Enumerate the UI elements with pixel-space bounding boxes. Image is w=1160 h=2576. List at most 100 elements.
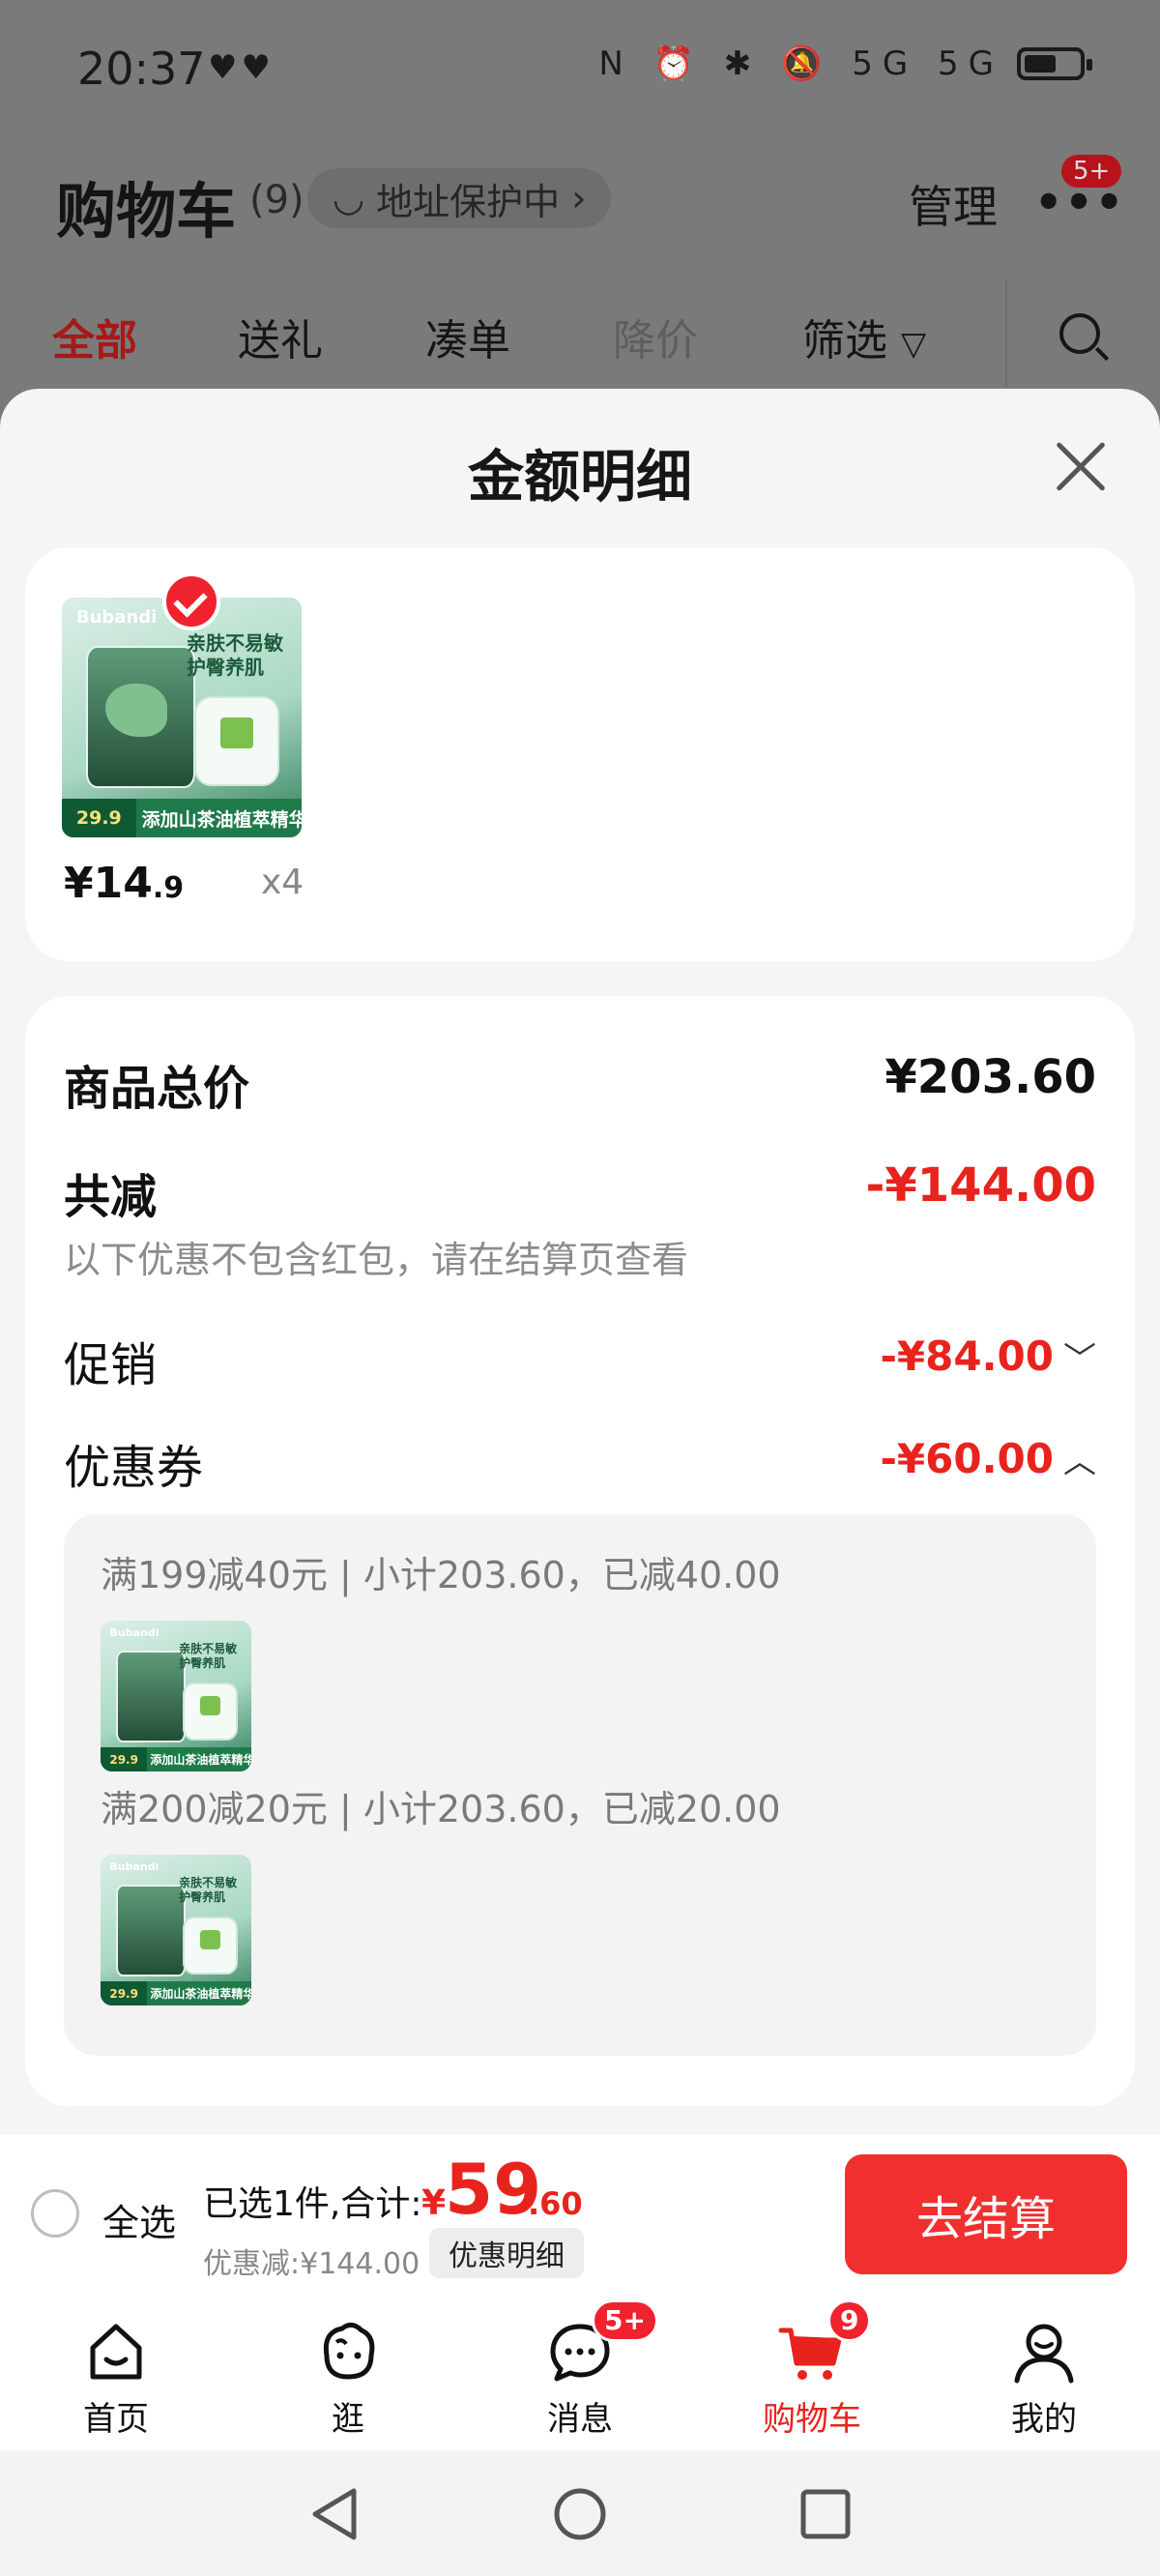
tab-browse-label: 逛: [332, 2400, 364, 2439]
messages-badge: 5+: [592, 2299, 658, 2342]
coupon-value: -¥60.00: [880, 1435, 1054, 1482]
tab-messages[interactable]: 5+ 消息: [503, 2296, 658, 2450]
product-banner-price: 29.9: [101, 1981, 148, 2005]
price-summary-card: 商品总价 ¥203.60 共减 -¥144.00 以下优惠不包含红包，请在结算页…: [25, 996, 1135, 2106]
product-brand: Bubandi: [109, 1860, 160, 1874]
tab-price-drop[interactable]: 降价: [613, 306, 698, 367]
product-box: [115, 1885, 187, 1976]
selected-summary: 已选1件,合计:: [203, 2184, 422, 2224]
cart-badge: 9: [827, 2299, 872, 2342]
smile-icon: ◡: [333, 177, 365, 220]
product-promo-text: 亲肤不易敏 护臀养肌: [179, 1875, 238, 1904]
sheet-title: 金额明细: [467, 444, 692, 510]
tab-all[interactable]: 全部: [52, 306, 137, 367]
product-card: Bubandi 亲肤不易敏 护臀养肌 29.9 添加山茶油植萃精华 ¥14.9 …: [25, 547, 1135, 961]
tab-filter[interactable]: 筛选 ▽: [802, 306, 926, 367]
discount-amount: 优惠减:¥144.00: [203, 2247, 420, 2281]
coupon-label: 优惠券: [64, 1441, 204, 1495]
manage-button[interactable]: 管理: [909, 172, 998, 236]
product-pack: [195, 698, 278, 785]
address-protection-label: 地址保护中: [376, 180, 561, 223]
product-banner-text: 添加山茶油植萃精华: [141, 808, 302, 831]
promo-value: -¥84.00: [880, 1332, 1054, 1380]
page-title: 购物车: [56, 176, 237, 247]
product-banner-price: 29.9: [101, 1747, 148, 1771]
total-value: ¥203.60: [884, 1050, 1096, 1104]
tab-browse[interactable]: 逛: [271, 2296, 425, 2450]
product-pack: [185, 1917, 237, 1973]
total-decimal: .60: [528, 2185, 583, 2222]
unit-price-int: ¥14: [64, 859, 153, 908]
product-banner-price: 29.9: [62, 799, 136, 837]
status-icons: N ⏰ ✱ 🔕 5G 5G: [598, 44, 1092, 83]
product-banner: 29.9 添加山茶油植萃精华: [101, 1747, 251, 1771]
system-icons: N ⏰ ✱ 🔕 5G 5G: [598, 44, 1003, 83]
tab-me-label: 我的: [1011, 2400, 1077, 2439]
product-brand: Bubandi: [109, 1626, 160, 1640]
product-banner-text: 添加山茶油植萃精华: [150, 1753, 251, 1768]
promo-row-toggle[interactable]: -¥84.00 ﹀: [880, 1332, 1096, 1380]
system-nav-bar: [0, 2450, 1160, 2576]
chevron-up-icon: ︿: [1063, 1443, 1096, 1481]
more-badge: 5+: [1061, 155, 1122, 188]
status-bar: 20:37 ♥♥ N ⏰ ✱ 🔕 5G 5G: [0, 0, 1160, 135]
reduce-value: -¥144.00: [865, 1158, 1096, 1213]
coupon-row-toggle[interactable]: -¥60.00 ︿: [880, 1435, 1096, 1482]
promo-label: 促销: [64, 1338, 158, 1392]
tab-cart[interactable]: 9 购物车: [735, 2296, 889, 2450]
product-banner: 29.9 添加山茶油植萃精华: [101, 1981, 251, 2005]
bottom-tabbar: 首页 逛 5+ 消息 9 购物车 我的: [0, 2296, 1160, 2450]
back-icon[interactable]: [307, 2485, 362, 2543]
reduce-label: 共减: [64, 1170, 158, 1224]
total-currency: ¥: [421, 2183, 447, 2223]
coupon-detail-box: 满199减40元 | 小计203.60，已减40.00 Bubandi 亲肤不易…: [64, 1514, 1096, 2056]
tab-me[interactable]: 我的: [967, 2296, 1121, 2450]
recents-icon[interactable]: [798, 2487, 853, 2541]
tab-home-label: 首页: [83, 2400, 149, 2439]
user-icon: [1014, 2324, 1074, 2384]
product-promo-text: 亲肤不易敏 护臀养肌: [179, 1641, 238, 1670]
quantity: x4: [261, 863, 304, 902]
product-image[interactable]: Bubandi 亲肤不易敏 护臀养肌 29.9 添加山茶油植萃精华: [62, 598, 302, 837]
chevron-right-icon: ›: [571, 177, 587, 220]
product-banner-text: 添加山茶油植萃精华: [150, 1987, 251, 2002]
select-all-checkbox[interactable]: [31, 2189, 79, 2238]
tab-messages-label: 消息: [547, 2400, 613, 2439]
product-brand: Bubandi: [75, 606, 158, 628]
unit-price: ¥14.9: [64, 859, 184, 908]
home-icon: [90, 2324, 142, 2380]
coupon-product-image[interactable]: Bubandi 亲肤不易敏 护臀养肌 29.9 添加山茶油植萃精华: [101, 1855, 251, 2005]
product-pack: [185, 1683, 237, 1739]
amount-detail-sheet: 金额明细 Bubandi 亲肤不易敏 护臀养肌 29.9 添加山茶油植萃精华 ¥…: [0, 389, 1160, 2135]
discount-detail-button[interactable]: 优惠明细: [429, 2228, 584, 2278]
browse-face-icon: [323, 2323, 375, 2380]
tab-gift[interactable]: 送礼: [238, 306, 323, 367]
close-icon[interactable]: [1054, 439, 1108, 493]
discount-note: 以下优惠不包含红包，请在结算页查看: [64, 1239, 689, 1281]
status-time: 20:37: [77, 43, 206, 95]
coupon-line: 满200减20元 | 小计203.60，已减20.00: [101, 1788, 781, 1830]
product-box: [115, 1651, 187, 1742]
battery-icon: [1017, 47, 1092, 80]
unit-price-dec: .9: [152, 871, 185, 905]
checkout-button[interactable]: 去结算: [845, 2154, 1127, 2274]
coupon-product-image[interactable]: Bubandi 亲肤不易敏 护臀养肌 29.9 添加山茶油植萃精华: [101, 1621, 251, 1771]
product-banner: 29.9 添加山茶油植萃精华: [62, 799, 302, 837]
coupon-line: 满199减40元 | 小计203.60，已减40.00: [101, 1554, 781, 1596]
address-protection-pill[interactable]: ◡ 地址保护中 ›: [307, 168, 612, 228]
tab-cart-label: 购物车: [763, 2400, 861, 2439]
search-icon[interactable]: [1059, 313, 1100, 354]
divider: [1005, 280, 1007, 387]
tab-bundle[interactable]: 凑单: [425, 306, 510, 367]
tab-home[interactable]: 首页: [39, 2296, 193, 2450]
cart-count: (9): [249, 178, 304, 222]
filter-tabs: 全部 送礼 凑单 降价 筛选 ▽: [0, 306, 1160, 383]
home-circle-icon[interactable]: [551, 2485, 609, 2543]
filter-icon: ▽: [901, 325, 927, 364]
heart-icon: ♥♥: [208, 48, 275, 87]
chevron-down-icon: ﹀: [1063, 1340, 1096, 1379]
select-all-label[interactable]: 全选: [102, 2193, 176, 2246]
total-label: 商品总价: [64, 1062, 250, 1116]
product-promo-text: 亲肤不易敏 护臀养肌: [186, 630, 283, 679]
checked-icon: [162, 572, 220, 630]
